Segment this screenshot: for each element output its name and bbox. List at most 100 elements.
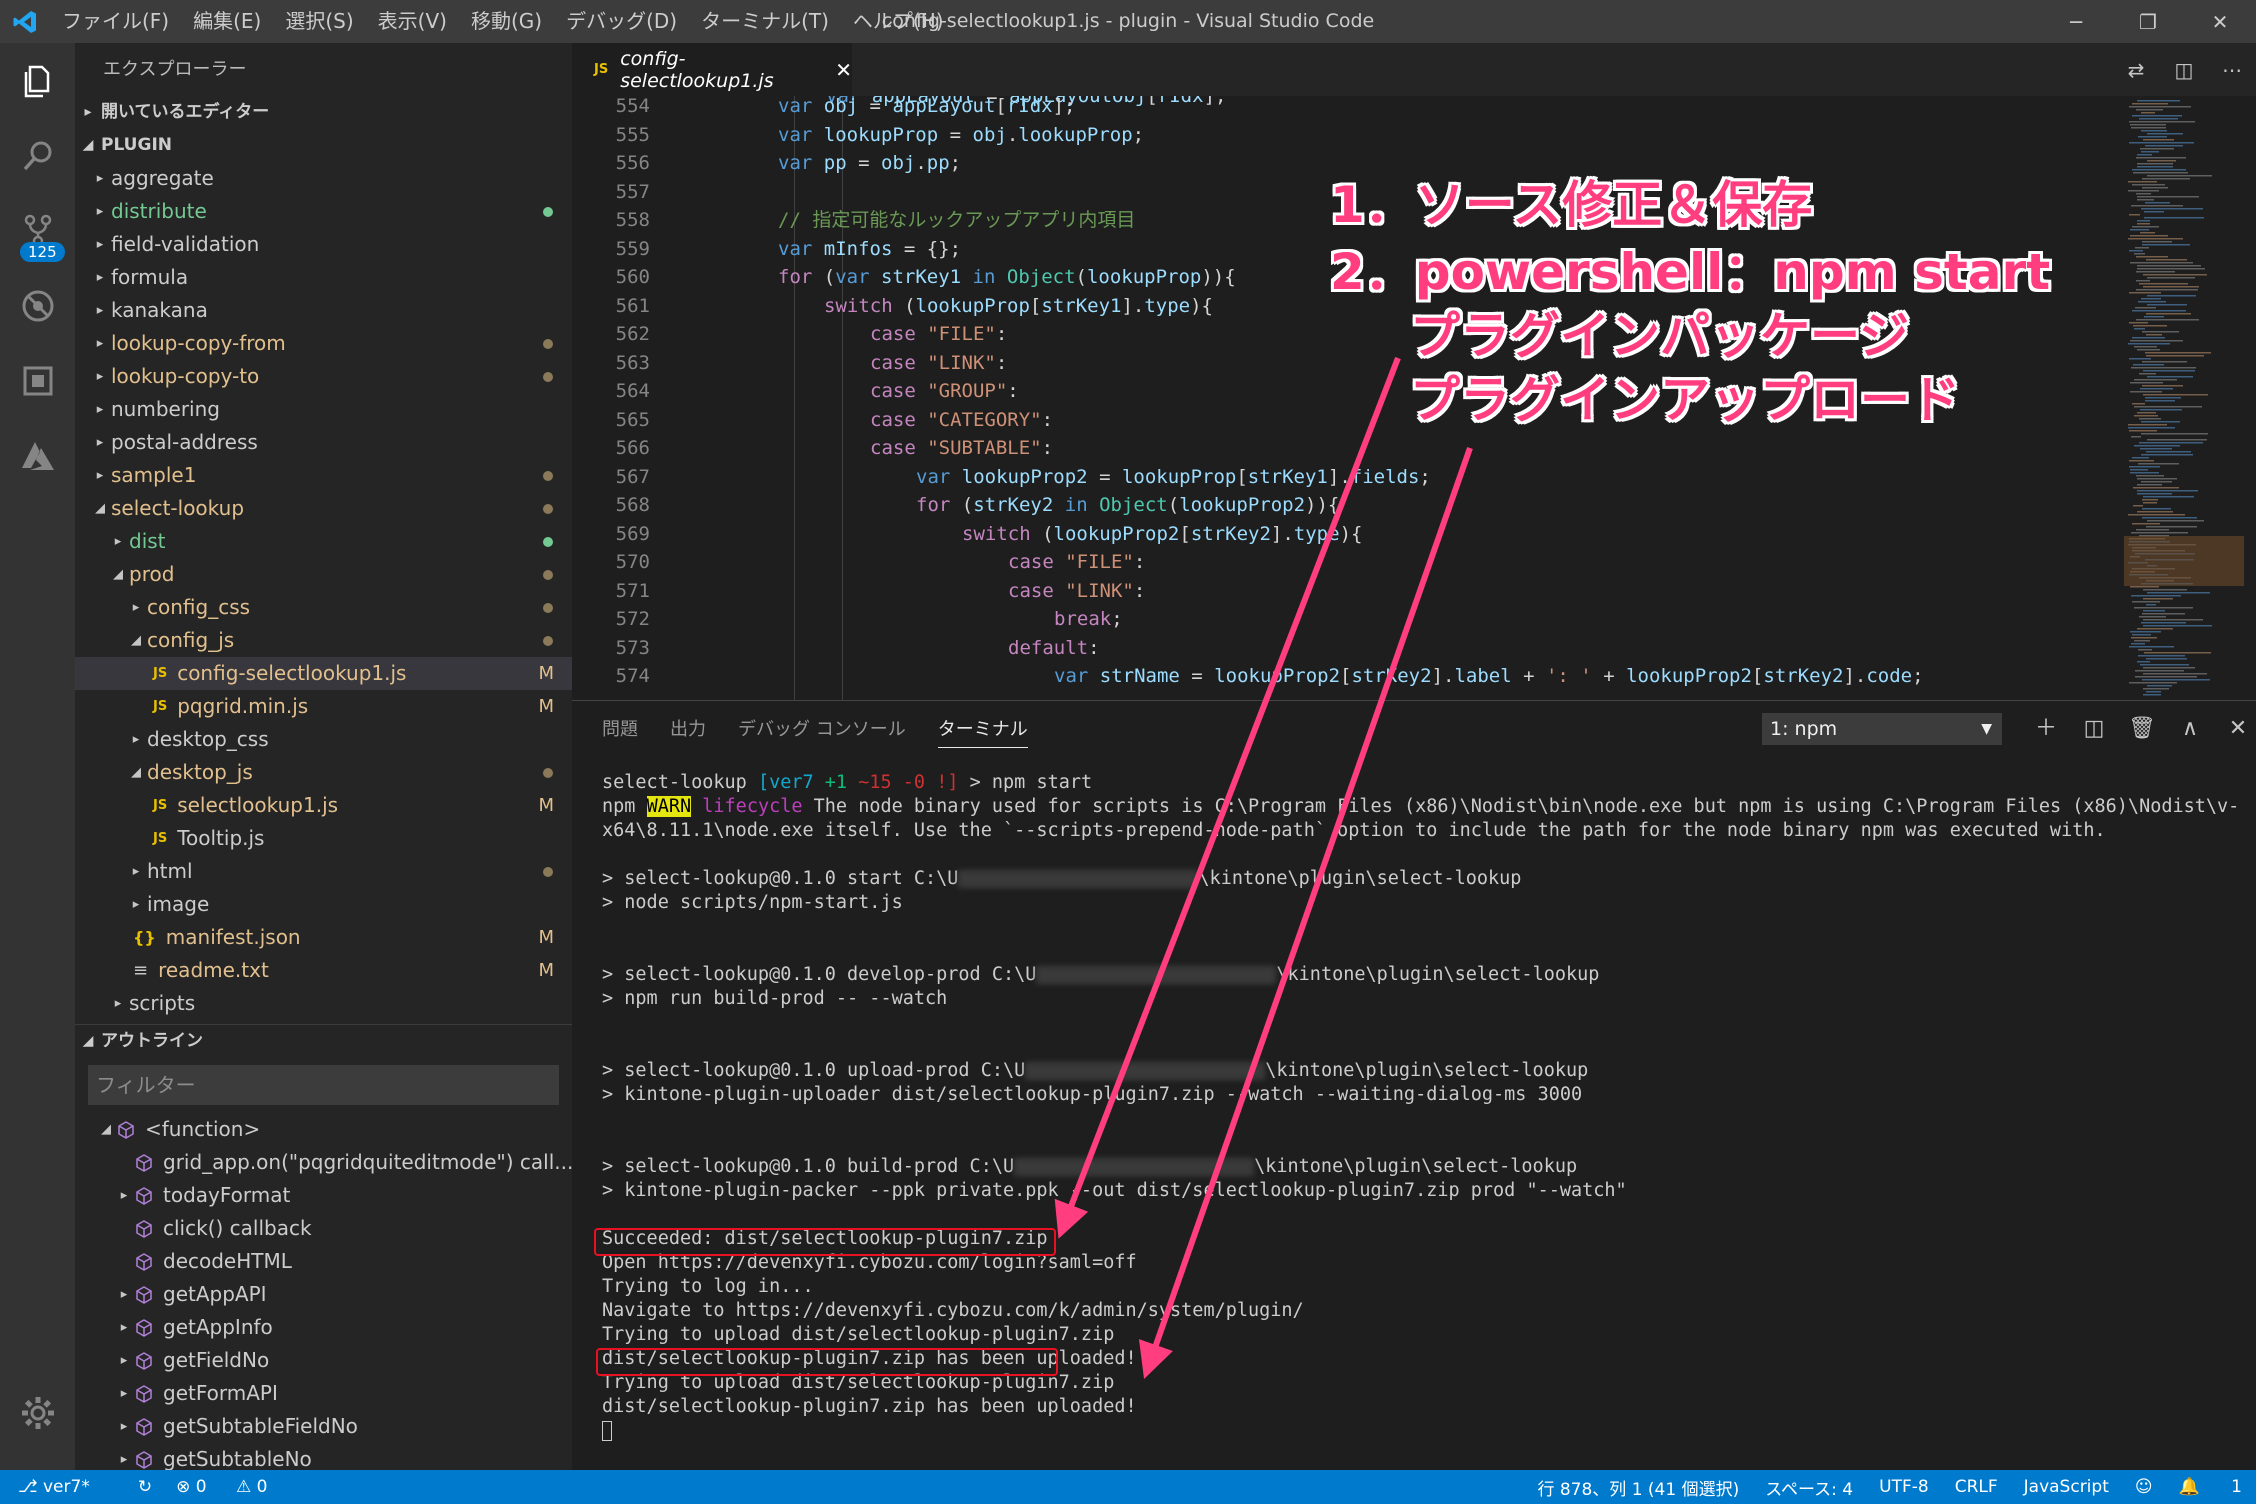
- tree-folder-aggregate[interactable]: ▸ aggregate: [75, 162, 572, 195]
- status-bar: ⎇ ver7* ↻ ⊗ 0 ⚠ 0 行 878、列 1 (41 個選択) スペー…: [0, 1470, 2256, 1504]
- notifications-bell-icon[interactable]: 🔔 1: [2179, 1477, 2242, 1497]
- explorer-sidebar: エクスプローラー ▸ 開いているエディター ◢ PLUGIN ▸ aggregate …: [75, 43, 572, 1470]
- tree-folder-desktop-js[interactable]: ◢ desktop_js: [75, 756, 572, 789]
- tab-label: config-selectlookup1.js: [620, 47, 774, 92]
- tree-folder-distribute[interactable]: ▸ distribute: [75, 195, 572, 228]
- trash-icon[interactable]: 🗑: [2118, 709, 2166, 749]
- tree-folder-config-css[interactable]: ▸ config_css: [75, 591, 572, 624]
- tree-file-pqgrid-min[interactable]: JS pqgrid.min.js M: [75, 690, 572, 723]
- tab-config-selectlookup1[interactable]: JS config-selectlookup1.js ✕: [572, 43, 852, 96]
- outline-item[interactable]: ▸ getFieldNo: [75, 1344, 572, 1377]
- close-window-icon[interactable]: ✕: [2184, 0, 2256, 43]
- outline-item[interactable]: decodeHTML: [75, 1245, 572, 1278]
- encoding[interactable]: UTF-8: [1879, 1477, 1929, 1497]
- chevron-right-icon: ▸: [96, 468, 104, 483]
- problems-indicator[interactable]: ⊗ 0 ⚠ 0: [176, 1477, 291, 1497]
- menu-help[interactable]: ヘルプ(H): [841, 0, 956, 43]
- outline-item[interactable]: ▸ getAppInfo: [75, 1311, 572, 1344]
- maximize-panel-icon[interactable]: ∧: [2166, 709, 2214, 749]
- tree-folder-numbering[interactable]: ▸ numbering: [75, 393, 572, 426]
- plugin-root-header[interactable]: ◢ PLUGIN: [75, 129, 572, 162]
- method-icon: [136, 1219, 152, 1238]
- azure-icon[interactable]: [0, 418, 75, 493]
- outline-item[interactable]: ▸ getSubtableNo: [75, 1443, 572, 1470]
- tree-file-tooltip[interactable]: JS Tooltip.js: [75, 822, 572, 855]
- outline-item[interactable]: ▸ todayFormat: [75, 1179, 572, 1212]
- open-editors-header[interactable]: ▸ 開いているエディター: [75, 96, 572, 129]
- tree-folder-select-lookup[interactable]: ◢ select-lookup: [75, 492, 572, 525]
- tree-folder-kanakana[interactable]: ▸ kanakana: [75, 294, 572, 327]
- tree-folder-postal-address[interactable]: ▸ postal-address: [75, 426, 572, 459]
- close-tab-icon[interactable]: ✕: [835, 58, 852, 82]
- method-icon: [118, 1120, 134, 1139]
- tree-folder-desktop-css[interactable]: ▸ desktop_css: [75, 723, 572, 756]
- indentation[interactable]: スペース: 4: [1765, 1475, 1853, 1500]
- tab-output[interactable]: 出力: [670, 715, 706, 748]
- terminal-select[interactable]: 1: npm ▼: [1762, 713, 2002, 745]
- menu-terminal[interactable]: ターミナル(T): [689, 0, 841, 43]
- close-panel-icon[interactable]: ✕: [2214, 709, 2256, 749]
- tree-folder-formula[interactable]: ▸ formula: [75, 261, 572, 294]
- git-branch[interactable]: ⎇ ver7*: [18, 1477, 114, 1497]
- tree-folder-lookup-copy-to[interactable]: ▸ lookup-copy-to: [75, 360, 572, 393]
- tab-problems[interactable]: 問題: [602, 715, 638, 748]
- menu-edit[interactable]: 編集(E): [181, 0, 273, 43]
- tree-file-config-selectlookup1[interactable]: JS config-selectlookup1.js M: [75, 657, 572, 690]
- tree-folder-config-js[interactable]: ◢ config_js: [75, 624, 572, 657]
- minimap[interactable]: [2124, 96, 2244, 700]
- chevron-right-icon: ▸: [132, 600, 140, 615]
- outline-item[interactable]: ◢ <function>: [75, 1113, 572, 1146]
- new-terminal-icon[interactable]: ＋: [2022, 709, 2070, 749]
- tree-folder-dist[interactable]: ▸ dist: [75, 525, 572, 558]
- line-ending[interactable]: CRLF: [1955, 1477, 1998, 1497]
- extensions-icon[interactable]: [0, 343, 75, 418]
- tree-folder-lookup-copy-from[interactable]: ▸ lookup-copy-from: [75, 327, 572, 360]
- more-actions-icon[interactable]: ⋯: [2208, 58, 2256, 82]
- menu-go[interactable]: 移動(G): [459, 0, 554, 43]
- menu-debug[interactable]: デバッグ(D): [554, 0, 689, 43]
- tab-debug-console[interactable]: デバッグ コンソール: [738, 715, 906, 748]
- cursor-position[interactable]: 行 878、列 1 (41 個選択): [1537, 1475, 1739, 1500]
- redacted-path: [1036, 966, 1277, 984]
- tree-folder-sample1[interactable]: ▸ sample1: [75, 459, 572, 492]
- panel-actions: ＋ ◫ 🗑 ∧ ✕: [2022, 709, 2256, 749]
- feedback-icon[interactable]: ☺: [2135, 1477, 2153, 1497]
- chevron-down-icon: ◢: [113, 567, 123, 582]
- split-editor-icon[interactable]: ◫: [2160, 58, 2208, 82]
- menu-selection[interactable]: 選択(S): [273, 0, 365, 43]
- menu-file[interactable]: ファイル(F): [50, 0, 181, 43]
- tab-terminal[interactable]: ターミナル: [937, 715, 1028, 748]
- outline-item[interactable]: click() callback: [75, 1212, 572, 1245]
- debug-icon[interactable]: [0, 268, 75, 343]
- tree-folder-scripts[interactable]: ▸ scripts: [75, 987, 572, 1020]
- terminal-cursor: [602, 1421, 612, 1441]
- tree-file-selectlookup1[interactable]: JS selectlookup1.js M: [75, 789, 572, 822]
- split-terminal-icon[interactable]: ◫: [2070, 709, 2118, 749]
- tree-file-readme[interactable]: ≡ readme.txt M: [75, 954, 572, 987]
- restore-icon[interactable]: ❐: [2112, 0, 2184, 43]
- tree-folder-field-validation[interactable]: ▸ field-validation: [75, 228, 572, 261]
- tree-folder-image[interactable]: ▸ image: [75, 888, 572, 921]
- sync-icon[interactable]: ↻: [138, 1477, 152, 1497]
- outline-item[interactable]: grid_app.on("pqgridquiteditmode") call..…: [75, 1146, 572, 1179]
- minimize-icon[interactable]: ─: [2040, 0, 2112, 43]
- outline-item[interactable]: ▸ getAppAPI: [75, 1278, 572, 1311]
- open-changes-icon[interactable]: ⇄: [2112, 58, 2160, 82]
- language-mode[interactable]: JavaScript: [2024, 1477, 2109, 1497]
- outline-header[interactable]: ◢ アウトライン: [75, 1024, 572, 1057]
- chevron-down-icon: ◢: [95, 501, 105, 516]
- settings-gear-icon[interactable]: [0, 1375, 75, 1450]
- tree-file-manifest[interactable]: {} manifest.json M: [75, 921, 572, 954]
- chevron-down-icon: ◢: [131, 765, 141, 780]
- search-icon[interactable]: [0, 118, 75, 193]
- outline-filter-input[interactable]: フィルター: [88, 1065, 559, 1105]
- source-control-icon[interactable]: 125: [0, 193, 75, 268]
- editor-tab-bar: JS config-selectlookup1.js ✕ ⇄ ◫ ⋯: [572, 43, 2256, 96]
- outline-item[interactable]: ▸ getSubtableFieldNo: [75, 1410, 572, 1443]
- menu-view[interactable]: 表示(V): [366, 0, 459, 43]
- tree-folder-prod[interactable]: ◢ prod: [75, 558, 572, 591]
- tree-folder-html[interactable]: ▸ html: [75, 855, 572, 888]
- terminal-output[interactable]: select-lookup [ver7 +1 ~15 -0 !] > npm s…: [602, 771, 2242, 1443]
- explorer-icon[interactable]: [0, 43, 75, 118]
- outline-item[interactable]: ▸ getFormAPI: [75, 1377, 572, 1410]
